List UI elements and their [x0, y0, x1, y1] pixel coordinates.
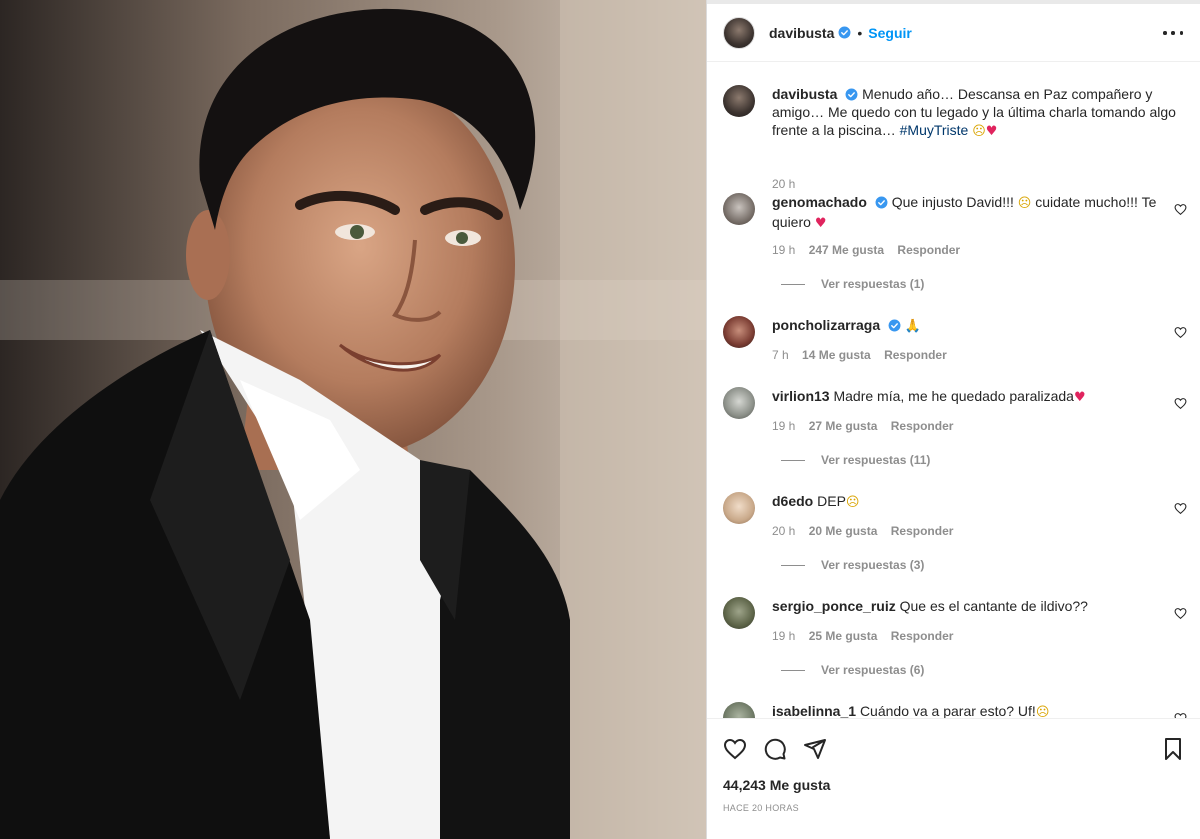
verified-badge-icon	[875, 196, 888, 209]
comment-text-block: sergio_ponce_ruiz Que es el cantante de …	[772, 597, 1178, 615]
author-username[interactable]: davibusta	[769, 25, 834, 41]
comment-likes[interactable]: 25 Me gusta	[809, 629, 878, 643]
broken-heart-emoji: ♥	[814, 216, 827, 231]
heart-icon[interactable]	[1174, 326, 1187, 339]
replies-line	[781, 564, 805, 566]
comment-text-block: isabelinna_1 Cuándo va a parar esto? Uf!…	[772, 702, 1178, 718]
commenter-avatar[interactable]	[723, 597, 755, 629]
replies-line	[781, 459, 805, 461]
comment-username[interactable]: poncholizarraga	[772, 317, 880, 333]
author-avatar[interactable]	[723, 16, 755, 49]
reply-button[interactable]: Responder	[891, 419, 954, 433]
comment-meta: 19 h 27 Me gusta Responder	[772, 419, 963, 433]
comment-meta: 19 h 25 Me gusta Responder	[772, 629, 963, 643]
comments-list[interactable]: davibusta Menudo año… Descansa en Paz co…	[707, 63, 1200, 718]
comment-time[interactable]: 20 h	[772, 524, 795, 538]
reply-button[interactable]: Responder	[891, 524, 954, 538]
heart-icon[interactable]	[1174, 397, 1187, 410]
comment-likes[interactable]: 20 Me gusta	[809, 524, 878, 538]
view-replies-button[interactable]: Ver respuestas (11)	[781, 453, 930, 467]
comment-text: Que es el cantante de ildivo??	[899, 598, 1088, 614]
share-icon[interactable]	[803, 737, 827, 761]
sad-face-emoji: ☹	[1017, 196, 1032, 211]
comment-likes[interactable]: 247 Me gusta	[809, 243, 884, 257]
caption-hashtag[interactable]: #MuyTriste	[900, 122, 969, 138]
caption-meta: 20 h	[772, 177, 805, 191]
commenter-avatar[interactable]	[723, 492, 755, 524]
post-photo[interactable]	[0, 0, 706, 839]
broken-heart-emoji: ♥	[985, 124, 998, 139]
comment-text: Que injusto David!!!	[891, 194, 1014, 210]
comment-likes[interactable]: 27 Me gusta	[809, 419, 878, 433]
comment-username[interactable]: sergio_ponce_ruiz	[772, 598, 896, 614]
commenter-avatar[interactable]	[723, 702, 755, 718]
comment-meta: 7 h 14 Me gusta Responder	[772, 348, 957, 362]
comment-username[interactable]: isabelinna_1	[772, 703, 856, 718]
comment-username[interactable]: genomachado	[772, 194, 867, 210]
comment-username[interactable]: d6edo	[772, 493, 813, 509]
post-actions: 44,243 Me gusta HACE 20 HORAS	[707, 718, 1200, 839]
comment-meta: 19 h 247 Me gusta Responder	[772, 243, 970, 257]
sad-face-emoji: ☹	[845, 495, 860, 510]
separator-dot: •	[857, 24, 863, 41]
view-replies-button[interactable]: Ver respuestas (1)	[781, 277, 924, 291]
post-likes-count[interactable]: 44,243 Me gusta	[723, 777, 830, 793]
view-replies-button[interactable]: Ver respuestas (6)	[781, 663, 924, 677]
comment-text: Madre mía, me he quedado paralizada	[833, 388, 1074, 404]
comment-text-block: virlion13 Madre mía, me he quedado paral…	[772, 387, 1178, 407]
red-heart-emoji: ♥	[1073, 390, 1086, 405]
view-replies-label: Ver respuestas (6)	[821, 663, 925, 677]
comment-meta: 20 h 20 Me gusta Responder	[772, 524, 963, 538]
caption-avatar[interactable]	[723, 85, 755, 117]
comment-text: Cuándo va a parar esto? Uf!	[859, 703, 1036, 718]
reply-button[interactable]: Responder	[897, 243, 960, 257]
view-replies-label: Ver respuestas (3)	[821, 558, 925, 572]
follow-button[interactable]: Seguir	[868, 25, 912, 41]
heart-icon[interactable]	[1174, 203, 1187, 216]
reply-button[interactable]: Responder	[884, 348, 947, 362]
praying-hands-emoji: 🙏	[904, 319, 922, 334]
commenter-avatar[interactable]	[723, 193, 755, 225]
post-sidebar: davibusta • Seguir davibusta Menudo año……	[706, 0, 1200, 839]
commenter-avatar[interactable]	[723, 387, 755, 419]
view-replies-button[interactable]: Ver respuestas (3)	[781, 558, 924, 572]
sad-face-emoji: ☹	[1035, 705, 1050, 718]
verified-badge-icon	[845, 88, 858, 101]
comment-text-block: d6edo DEP☹	[772, 492, 1178, 512]
comment-text-block: poncholizarraga 🙏	[772, 316, 1178, 336]
comment-username[interactable]: virlion13	[772, 388, 830, 404]
comment-time[interactable]: 19 h	[772, 629, 795, 643]
heart-icon[interactable]	[1174, 607, 1187, 620]
comment-text-block: genomachado Que injusto David!!! ☹ cuida…	[772, 193, 1178, 233]
view-replies-label: Ver respuestas (11)	[821, 453, 931, 467]
view-replies-label: Ver respuestas (1)	[821, 277, 925, 291]
caption-username[interactable]: davibusta	[772, 86, 837, 102]
commenter-avatar[interactable]	[723, 316, 755, 348]
replies-line	[781, 283, 805, 285]
comment-likes[interactable]: 14 Me gusta	[802, 348, 871, 362]
heart-icon[interactable]	[723, 737, 747, 761]
verified-badge-icon	[888, 319, 901, 332]
post-timestamp[interactable]: HACE 20 HORAS	[723, 803, 799, 813]
comment-time[interactable]: 19 h	[772, 419, 795, 433]
portrait-illustration	[0, 0, 706, 839]
heart-icon[interactable]	[1174, 502, 1187, 515]
caption-text-block: davibusta Menudo año… Descansa en Paz co…	[772, 85, 1178, 141]
reply-button[interactable]: Responder	[891, 629, 954, 643]
post-header: davibusta • Seguir	[707, 4, 1200, 62]
comment-icon[interactable]	[763, 737, 787, 761]
replies-line	[781, 669, 805, 671]
comment-time[interactable]: 7 h	[772, 348, 789, 362]
comment-time[interactable]: 19 h	[772, 243, 795, 257]
post-modal: davibusta • Seguir davibusta Menudo año……	[0, 0, 1200, 839]
bookmark-icon[interactable]	[1161, 737, 1185, 761]
sad-face-emoji: ☹	[972, 124, 986, 139]
caption-time[interactable]: 20 h	[772, 177, 795, 191]
more-options-icon[interactable]	[1163, 26, 1183, 40]
comment-text: DEP	[817, 493, 846, 509]
verified-badge-icon	[838, 26, 851, 39]
